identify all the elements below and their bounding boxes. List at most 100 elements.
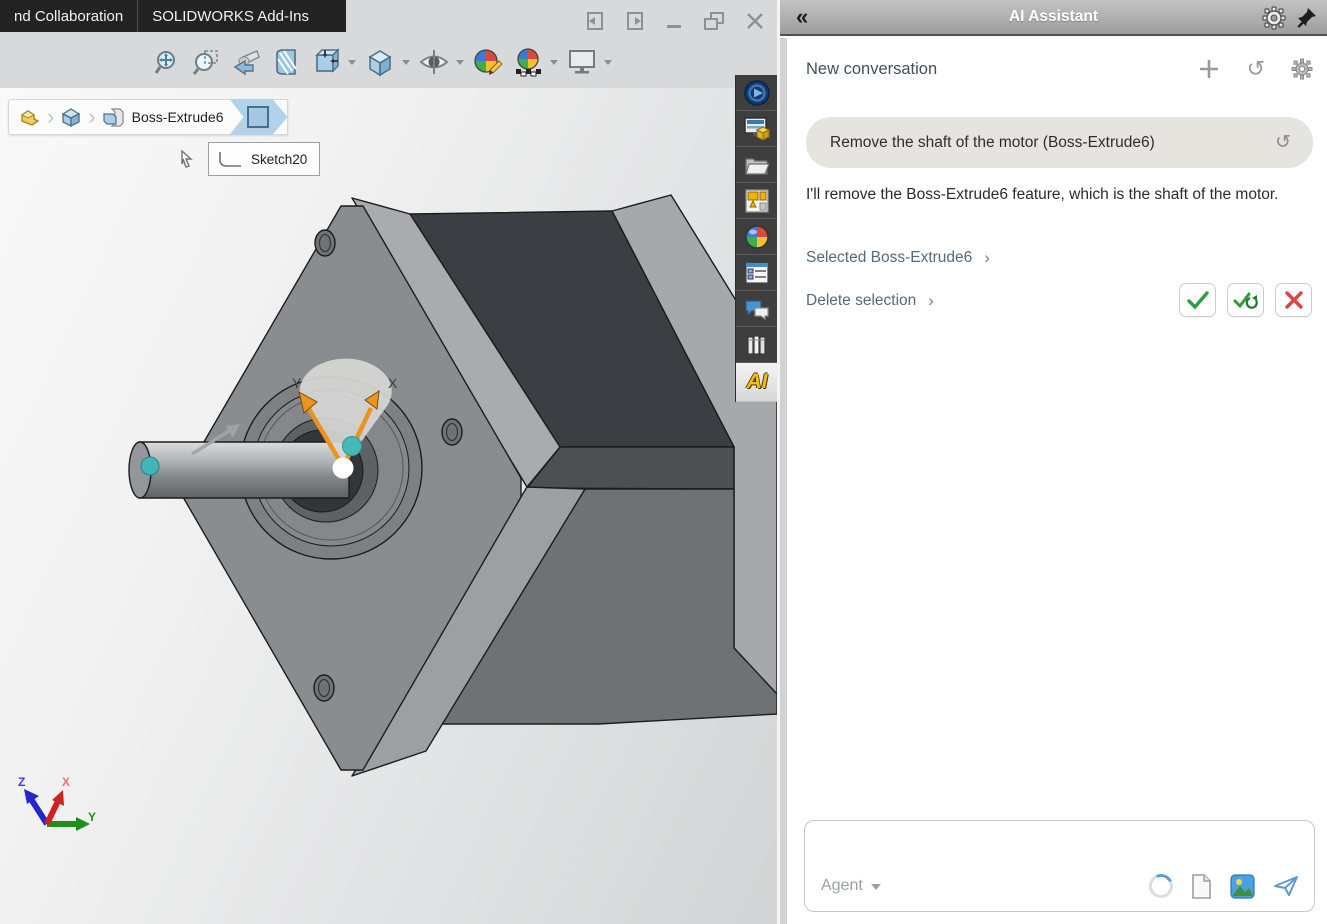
axis-x-label: X — [388, 375, 398, 391]
dropdown-caret-icon[interactable] — [348, 60, 356, 65]
accept-button[interactable] — [1179, 283, 1216, 317]
graphics-viewport[interactable]: Y X Z X Y nd Collaboration SOLIDWORKS Ad… — [0, 0, 777, 924]
view-settings-icon[interactable] — [564, 44, 600, 80]
tab-design-library[interactable] — [736, 111, 778, 147]
task-pane-strip: AI — [735, 75, 777, 402]
user-message-text: Remove the shaft of the motor (Boss-Extr… — [830, 134, 1155, 152]
spinner-icon — [1146, 871, 1177, 902]
sketch-callout: Sketch20 — [178, 142, 320, 176]
sketch-label-box[interactable]: Sketch20 — [208, 142, 320, 176]
motor-mid-band[interactable] — [527, 447, 734, 489]
reject-button[interactable] — [1275, 283, 1312, 317]
tab-file-explorer[interactable] — [736, 147, 778, 183]
ai-tab-label: AI — [747, 370, 768, 394]
attach-document-icon[interactable] — [1190, 873, 1213, 900]
agent-mode-dropdown[interactable]: Agent — [821, 877, 881, 895]
tab-solidworks-resources[interactable] — [736, 75, 778, 111]
next-window-icon[interactable] — [624, 9, 646, 33]
breadcrumb: › › Boss-Extrude6 — [8, 99, 288, 135]
chevron-right-icon: › — [928, 291, 934, 311]
ai-assistant-panel: « AI Assistant New conversation ↺ Remove… — [780, 0, 1327, 924]
panel-resize-gutter[interactable] — [780, 38, 787, 924]
undo-message-icon[interactable]: ↺ — [1275, 131, 1291, 154]
breadcrumb-active-sketch[interactable] — [229, 99, 287, 135]
heads-up-toolbar — [148, 44, 618, 80]
tab-custom-properties[interactable] — [736, 255, 778, 291]
delete-selection-link[interactable]: Delete selection › — [806, 291, 934, 311]
check-icon — [1186, 289, 1210, 311]
previous-view-icon[interactable] — [228, 44, 264, 80]
conversation-toolbar: New conversation ↺ — [806, 54, 1313, 84]
view-orientation-icon[interactable] — [308, 44, 344, 80]
boss-extrude-icon[interactable] — [98, 104, 128, 130]
tab-solidworks-addins[interactable]: SOLIDWORKS Add-Ins — [138, 0, 323, 32]
reference-triad: Z X Y — [18, 775, 96, 831]
breadcrumb-separator: › — [47, 106, 54, 128]
triad-z-label: Z — [18, 775, 25, 789]
history-icon[interactable]: ↺ — [1247, 58, 1265, 80]
mounting-hole[interactable] — [442, 419, 462, 445]
axis-y-label: Y — [292, 375, 302, 391]
chat-input-box[interactable]: Agent — [804, 820, 1315, 912]
solid-body-icon[interactable] — [56, 105, 86, 129]
mounting-hole[interactable] — [315, 230, 335, 256]
accept-and-continue-button[interactable] — [1227, 283, 1264, 317]
action-buttons — [1179, 283, 1312, 317]
ai-panel-title: AI Assistant — [780, 8, 1327, 26]
section-view-icon[interactable] — [268, 44, 304, 80]
mounting-hole[interactable] — [314, 675, 334, 701]
chevron-down-icon — [871, 884, 881, 890]
previous-window-icon[interactable] — [584, 9, 606, 33]
zoom-to-fit-icon[interactable] — [148, 44, 184, 80]
motor-shaft[interactable] — [129, 442, 349, 498]
pin-panel-icon[interactable] — [1295, 5, 1319, 31]
ribbon-tabbar: nd Collaboration SOLIDWORKS Add-Ins — [0, 0, 346, 32]
send-icon[interactable] — [1272, 873, 1300, 899]
tab-appearances-scenes[interactable] — [736, 219, 778, 255]
delete-selection-label[interactable]: Delete selection — [806, 292, 916, 310]
origin-point[interactable] — [333, 458, 354, 479]
close-icon[interactable] — [744, 9, 766, 33]
assistant-message-text: I'll remove the Boss-Extrude6 feature, w… — [806, 182, 1311, 208]
dropdown-caret-icon[interactable] — [456, 60, 464, 65]
selected-feature-label[interactable]: Selected Boss-Extrude6 — [806, 249, 972, 267]
ai-panel-header: « AI Assistant — [780, 0, 1327, 36]
selection-arrow-icon — [178, 148, 200, 170]
zoom-to-area-icon[interactable] — [188, 44, 224, 80]
new-conversation-icon[interactable] — [1197, 57, 1221, 81]
sketch-callout-label: Sketch20 — [251, 152, 307, 167]
sketch-glyph-icon — [217, 149, 243, 169]
vertex-point[interactable] — [343, 437, 362, 456]
document-window-controls — [584, 6, 774, 36]
motor-model[interactable]: Y X Z X Y — [0, 0, 777, 924]
settings-icon[interactable] — [1291, 58, 1313, 80]
attach-image-icon[interactable] — [1230, 874, 1255, 899]
check-repeat-icon — [1233, 289, 1259, 311]
dropdown-caret-icon[interactable] — [604, 60, 612, 65]
hide-show-items-icon[interactable] — [416, 44, 452, 80]
triad-y-label: Y — [88, 810, 96, 824]
display-style-icon[interactable] — [362, 44, 398, 80]
restore-icon[interactable] — [702, 9, 726, 33]
minimize-icon[interactable] — [664, 9, 684, 33]
part-icon[interactable] — [15, 105, 45, 129]
panel-settings-icon[interactable] — [1261, 5, 1287, 31]
edit-appearance-icon[interactable] — [470, 44, 506, 80]
tab-view-palette[interactable] — [736, 183, 778, 219]
tab-comments[interactable] — [736, 291, 778, 327]
triad-x-label: X — [62, 775, 70, 789]
dropdown-caret-icon[interactable] — [550, 60, 558, 65]
tab-collaboration[interactable]: nd Collaboration — [0, 0, 137, 32]
chevron-right-icon: › — [984, 248, 990, 268]
breadcrumb-separator: › — [88, 106, 95, 128]
user-message-bubble: Remove the shaft of the motor (Boss-Extr… — [806, 117, 1313, 168]
conversation-title: New conversation — [806, 60, 937, 79]
breadcrumb-feature-label[interactable]: Boss-Extrude6 — [132, 109, 224, 125]
selected-feature-link[interactable]: Selected Boss-Extrude6 › — [806, 248, 990, 268]
agent-mode-label: Agent — [821, 877, 863, 895]
tab-ai-assistant[interactable]: AI — [736, 363, 778, 402]
apply-scene-icon[interactable] — [510, 44, 546, 80]
solidworks-window: Y X Z X Y nd Collaboration SOLIDWORKS Ad… — [0, 0, 1327, 924]
tab-documentation[interactable] — [736, 327, 778, 363]
dropdown-caret-icon[interactable] — [402, 60, 410, 65]
